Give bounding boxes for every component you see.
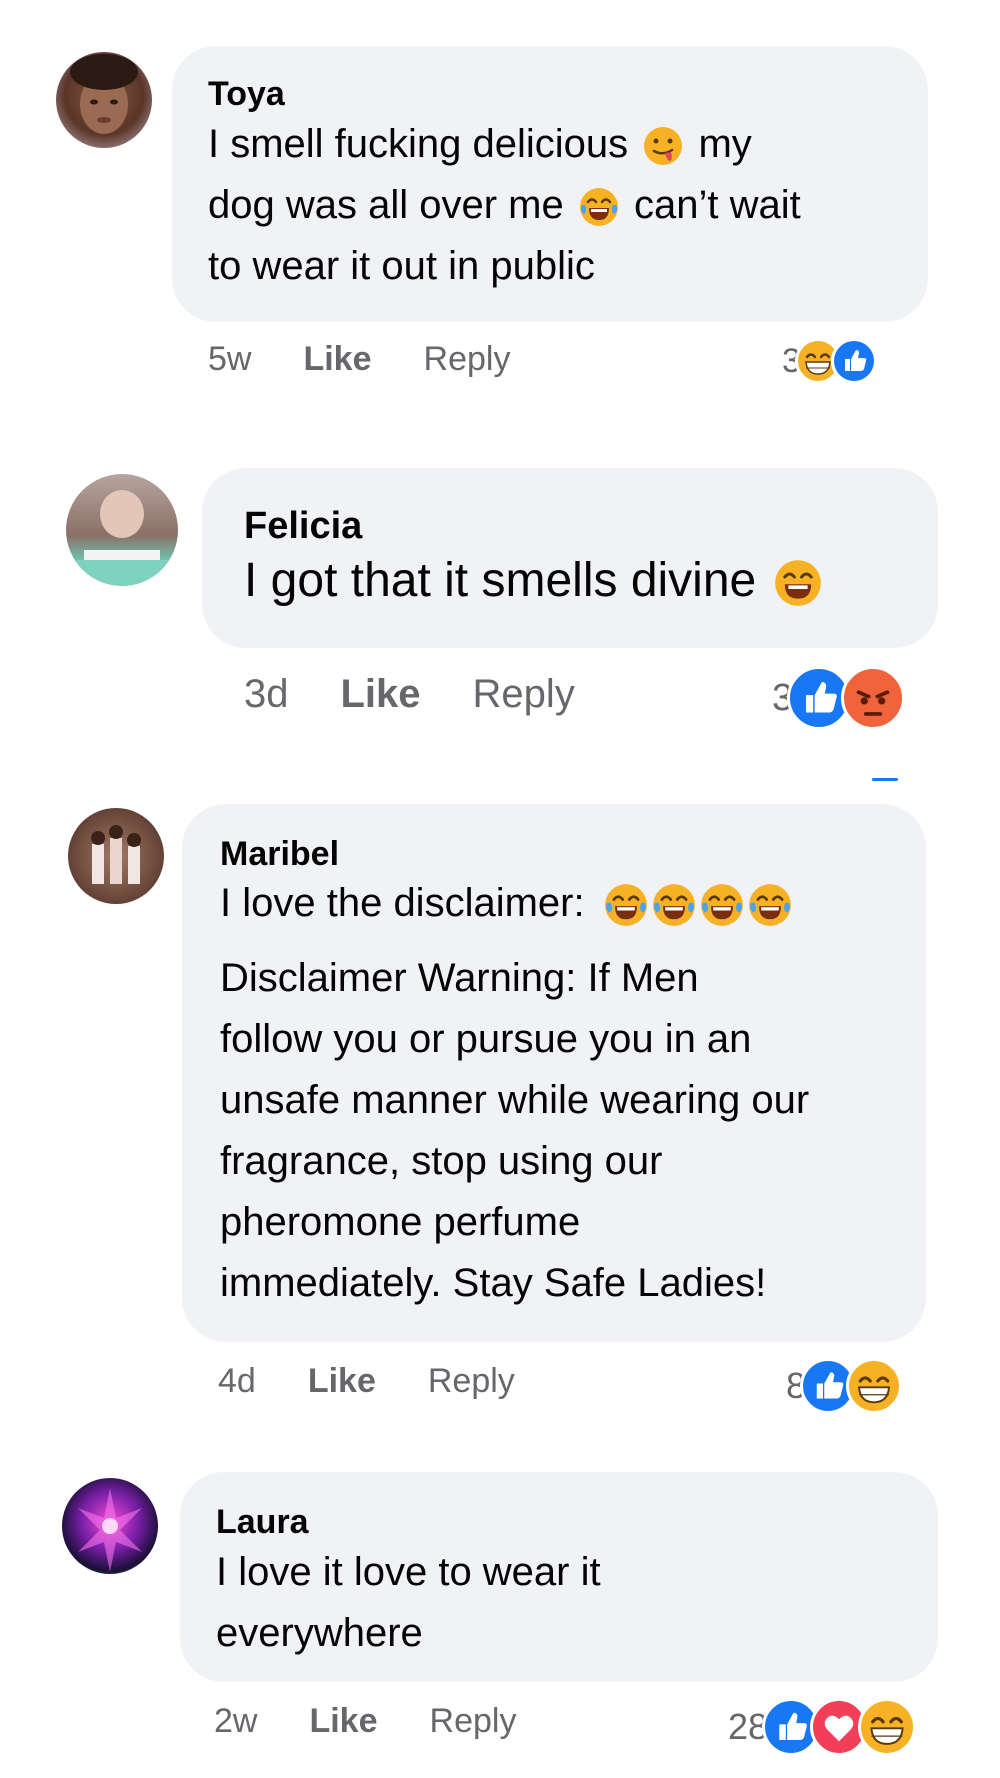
author-name[interactable]: Felicia (244, 504, 896, 548)
comment-text-line: fragrance, stop using our (220, 1139, 663, 1183)
profile-photo-icon (78, 1488, 142, 1572)
reaction-summary[interactable]: 3 (772, 666, 906, 730)
reaction-summary[interactable]: 8 (786, 1358, 903, 1414)
tears-of-joy-icon (603, 883, 648, 928)
author-name[interactable]: Toya (208, 74, 892, 114)
comment-text-line: I love it love to wear it (216, 1550, 601, 1594)
like-button[interactable]: Like (308, 1362, 376, 1401)
comment-bubble: Maribel I love the disclaimer: Disclaime… (182, 804, 926, 1342)
comment-actions: 4d Like Reply (218, 1362, 567, 1401)
author-name[interactable]: Laura (216, 1502, 902, 1542)
profile-photo-icon (70, 54, 138, 134)
timestamp[interactable]: 2w (214, 1702, 257, 1741)
haha-icon (846, 1358, 903, 1414)
drooling-face-icon (643, 126, 684, 167)
comment-text: I love the disclaimer: (220, 874, 888, 932)
comment-text-line: unsafe manner while wearing our (220, 1078, 810, 1122)
reply-button[interactable]: Reply (473, 672, 575, 717)
tears-of-joy-icon (651, 883, 696, 928)
like-button[interactable]: Like (303, 340, 371, 379)
timestamp[interactable]: 4d (218, 1362, 256, 1401)
avatar[interactable] (68, 808, 164, 904)
reply-button[interactable]: Reply (430, 1702, 517, 1741)
comment-actions: 5w Like Reply (208, 340, 562, 379)
comment-bubble: Laura I love it love to wear it everywhe… (180, 1472, 938, 1682)
comment-bubble: Felicia I got that it smells divine (202, 468, 938, 648)
timestamp[interactable]: 5w (208, 340, 251, 379)
comment-actions: 3d Like Reply (244, 672, 627, 717)
comment-text: I love it love to wear it everywhere (216, 1542, 902, 1664)
reply-button[interactable]: Reply (428, 1362, 515, 1401)
comment-text-line: everywhere (216, 1611, 423, 1655)
comment-text-part: dog was all over me (208, 183, 564, 227)
comment-text: I smell fucking delicious my dog was all… (208, 114, 892, 297)
reaction-summary[interactable]: 3 (782, 338, 877, 384)
comment-text-line: follow you or pursue you in an (220, 1017, 752, 1061)
reply-button[interactable]: Reply (424, 340, 511, 379)
like-icon (830, 338, 877, 384)
avatar[interactable] (62, 1478, 158, 1574)
author-name[interactable]: Maribel (220, 834, 888, 874)
comment-text-part: to wear it out in public (208, 244, 595, 288)
grinning-face-icon (773, 559, 822, 608)
timestamp[interactable]: 3d (244, 672, 289, 717)
tears-of-joy-icon (747, 883, 792, 928)
comment-text-part: I smell fucking delicious (208, 122, 629, 166)
profile-photo-icon (91, 825, 141, 884)
divider (872, 778, 898, 781)
profile-photo-icon (76, 490, 168, 586)
comment-text-line: pheromone perfume (220, 1200, 581, 1244)
comment-text-part: I love the disclaimer: (220, 881, 585, 925)
comment-actions: 2w Like Reply (214, 1702, 568, 1741)
haha-icon (858, 1698, 917, 1756)
comment-bubble: Toya I smell fucking delicious my dog wa… (172, 46, 928, 322)
tears-of-joy-icon (578, 187, 619, 228)
comment-text-paragraph: Disclaimer Warning: If Men follow you or… (220, 948, 888, 1314)
tears-of-joy-icon (699, 883, 744, 928)
comment-text-line: immediately. Stay Safe Ladies! (220, 1261, 767, 1305)
avatar[interactable] (66, 474, 178, 586)
reaction-summary[interactable]: 28 (728, 1698, 917, 1756)
angry-icon (841, 666, 906, 730)
like-button[interactable]: Like (341, 672, 421, 717)
comment-text-part: my (698, 122, 752, 166)
comment-text-part: I got that it smells divine (244, 554, 757, 607)
like-button[interactable]: Like (309, 1702, 377, 1741)
comment-text-line: Disclaimer Warning: If Men (220, 956, 699, 1000)
comment-text: I got that it smells divine (244, 548, 896, 614)
comment-text-part: can’t wait (633, 183, 801, 227)
comment-toya: Toya I smell fucking delicious my dog wa… (0, 0, 1000, 384)
avatar[interactable] (56, 52, 152, 148)
